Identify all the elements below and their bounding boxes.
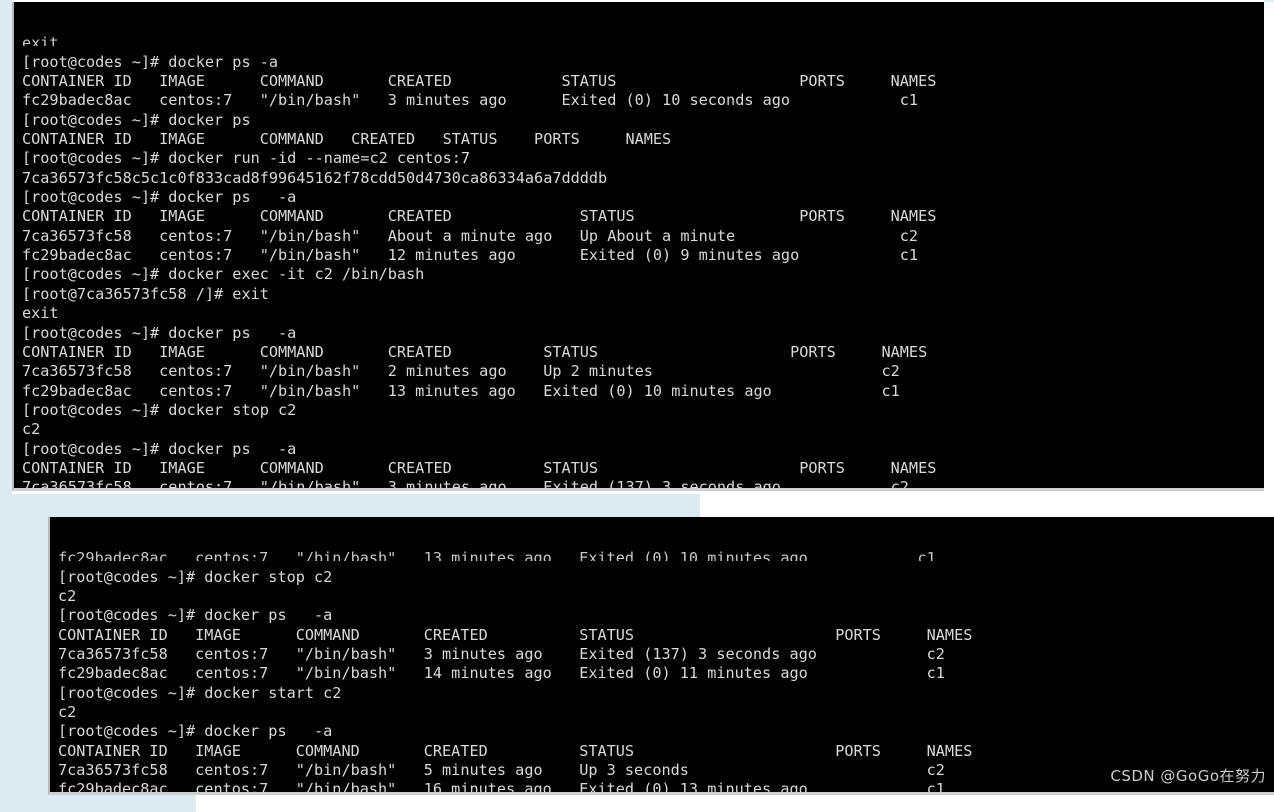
terminal-line-command: [root@codes ~]# docker run -id --name=c2… (22, 149, 471, 168)
backdrop-left-upper (0, 0, 12, 494)
terminal-line-header: CONTAINER ID IMAGE COMMAND CREATED STATU… (58, 741, 973, 760)
terminal-line-command: [root@codes ~]# docker start c2 (58, 683, 342, 702)
terminal-line-header: CONTAINER ID IMAGE COMMAND CREATED STATU… (22, 207, 937, 226)
backdrop-gap-between-panels (0, 494, 700, 518)
terminal-top-content: exit [root@codes ~]# docker ps -a CONTAINE… (14, 34, 1264, 491)
terminal-line-command: [root@codes ~]# docker ps -a (22, 188, 297, 207)
terminal-line-row: 7ca36573fc58 centos:7 "/bin/bash" 3 minu… (22, 478, 909, 491)
terminal-line-command: [root@codes ~]# docker ps -a (58, 722, 333, 741)
terminal-line-row: fc29badec8ac centos:7 "/bin/bash" 13 min… (58, 548, 936, 561)
terminal-bottom-content: fc29badec8ac centos:7 "/bin/bash" 13 min… (50, 549, 1274, 795)
terminal-line-row: fc29badec8ac centos:7 "/bin/bash" 14 min… (58, 664, 945, 683)
backdrop-right-top (1264, 0, 1274, 2)
screenshot-root: exit [root@codes ~]# docker ps -a CONTAINE… (0, 0, 1274, 812)
terminal-line-row: fc29badec8ac centos:7 "/bin/bash" 12 min… (22, 246, 919, 265)
terminal-panel-bottom[interactable]: fc29badec8ac centos:7 "/bin/bash" 13 min… (48, 517, 1274, 795)
terminal-line-row: fc29badec8ac centos:7 "/bin/bash" 13 min… (22, 381, 900, 400)
terminal-line-command: [root@codes ~]# docker stop c2 (22, 400, 297, 419)
terminal-line-header: CONTAINER ID IMAGE COMMAND CREATED STATU… (22, 130, 672, 149)
backdrop-left-lower (0, 518, 48, 786)
terminal-line-header: CONTAINER ID IMAGE COMMAND CREATED STATU… (58, 625, 973, 644)
terminal-line-output: exit (22, 33, 59, 46)
terminal-line-command: [root@codes ~]# docker ps -a (22, 439, 297, 458)
terminal-panel-top[interactable]: exit [root@codes ~]# docker ps -a CONTAINE… (12, 2, 1264, 491)
terminal-line-row: 7ca36573fc58 centos:7 "/bin/bash" 5 minu… (58, 761, 945, 780)
terminal-line-command: [root@codes ~]# docker exec -it c2 /bin/… (22, 265, 425, 284)
terminal-line-row: 7ca36573fc58 centos:7 "/bin/bash" About … (22, 226, 919, 245)
terminal-line-header: CONTAINER ID IMAGE COMMAND CREATED STATU… (22, 458, 937, 477)
terminal-line-command: [root@7ca36573fc58 /]# exit (22, 284, 269, 303)
terminal-line-command: [root@codes ~]# docker stop c2 (58, 567, 333, 586)
terminal-line-row: fc29badec8ac centos:7 "/bin/bash" 16 min… (58, 780, 945, 795)
terminal-line-header: CONTAINER ID IMAGE COMMAND CREATED STATU… (22, 342, 928, 361)
terminal-line-command: [root@codes ~]# docker ps (22, 110, 251, 129)
terminal-line-output: c2 (58, 703, 77, 722)
terminal-line-output: exit (22, 304, 59, 323)
terminal-line-command: [root@codes ~]# docker ps -a (22, 52, 279, 71)
terminal-line-output: c2 (58, 587, 77, 606)
terminal-line-row: 7ca36573fc58 centos:7 "/bin/bash" 2 minu… (22, 362, 900, 381)
terminal-line-output: c2 (22, 420, 41, 439)
terminal-line-output: 7ca36573fc58c5c1c0f833cad8f99645162f78cd… (22, 168, 608, 187)
terminal-line-header: CONTAINER ID IMAGE COMMAND CREATED STATU… (22, 72, 937, 91)
terminal-line-row: 7ca36573fc58 centos:7 "/bin/bash" 3 minu… (58, 645, 945, 664)
terminal-line-row: fc29badec8ac centos:7 "/bin/bash" 3 minu… (22, 91, 919, 110)
terminal-line-command: [root@codes ~]# docker ps -a (58, 606, 333, 625)
terminal-line-command: [root@codes ~]# docker ps -a (22, 323, 297, 342)
